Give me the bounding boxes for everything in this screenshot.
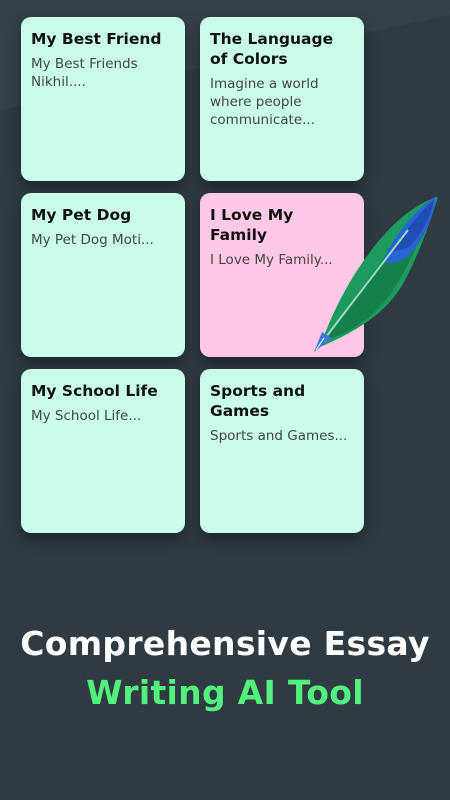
card-preview: My Best Friends Nikhil.... <box>31 56 138 90</box>
essay-card-my-pet-dog[interactable]: My Pet Dog My Pet Dog Moti... <box>21 193 185 357</box>
card-title: Sports and Games <box>210 382 306 420</box>
card-title: My School Life <box>31 382 158 400</box>
card-preview: My Pet Dog Moti... <box>31 232 154 248</box>
essay-card-my-best-friend[interactable]: My Best Friend My Best Friends Nikhil...… <box>21 17 185 181</box>
card-title: My Pet Dog <box>31 206 132 224</box>
card-preview: Imagine a world where people communicate… <box>210 76 319 128</box>
card-title: The Language of Colors <box>210 30 334 68</box>
essay-card-my-school-life[interactable]: My School Life My School Life... <box>21 369 185 533</box>
headline-line-2: Writing AI Tool <box>86 673 364 712</box>
quill-feather-icon <box>314 196 438 352</box>
headline-line-1: Comprehensive Essay <box>20 624 430 663</box>
essay-card-sports-and-games[interactable]: Sports and Games Sports and Games... <box>200 369 364 533</box>
card-preview: My School Life... <box>31 408 142 424</box>
card-preview: Sports and Games... <box>210 428 348 444</box>
essay-card-language-of-colors[interactable]: The Language of Colors Imagine a world w… <box>200 17 364 181</box>
card-title: My Best Friend <box>31 30 162 48</box>
